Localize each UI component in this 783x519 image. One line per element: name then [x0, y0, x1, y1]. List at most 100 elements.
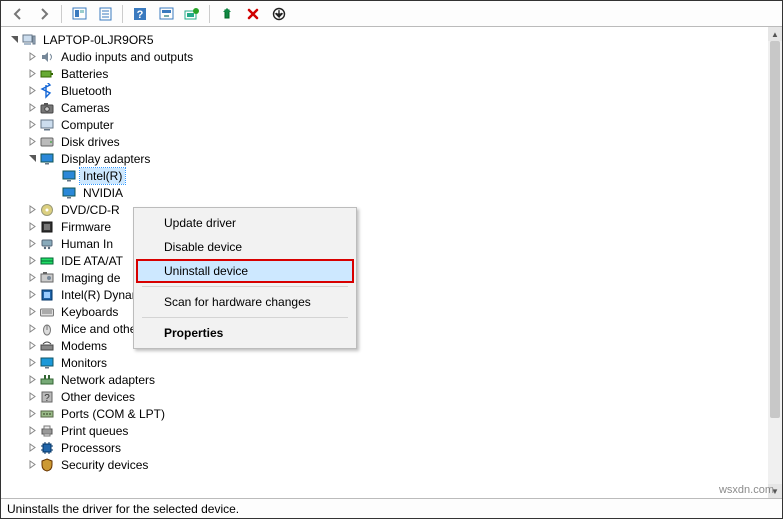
- context-menu-separator: [142, 317, 348, 318]
- expand-icon[interactable]: [25, 118, 39, 132]
- disable-button[interactable]: [267, 3, 291, 25]
- properties-button[interactable]: [93, 3, 117, 25]
- device-tree[interactable]: LAPTOP-0LJR9OR5Audio inputs and outputsB…: [1, 27, 768, 498]
- monitor-icon: [39, 355, 55, 371]
- ide-icon: [39, 253, 55, 269]
- expand-icon[interactable]: [25, 441, 39, 455]
- help-button[interactable]: ?: [128, 3, 152, 25]
- expand-icon[interactable]: [25, 84, 39, 98]
- tree-category[interactable]: Monitors: [7, 354, 768, 371]
- tree-item-label: Audio inputs and outputs: [58, 49, 196, 65]
- expand-icon[interactable]: [25, 237, 39, 251]
- tree-category[interactable]: Bluetooth: [7, 82, 768, 99]
- tree-category[interactable]: Print queues: [7, 422, 768, 439]
- tree-item-label: Monitors: [58, 355, 110, 371]
- tree-area: LAPTOP-0LJR9OR5Audio inputs and outputsB…: [1, 27, 782, 498]
- expand-icon[interactable]: [25, 254, 39, 268]
- tree-category[interactable]: Batteries: [7, 65, 768, 82]
- expand-icon[interactable]: [25, 322, 39, 336]
- expand-icon[interactable]: [25, 220, 39, 234]
- tree-category[interactable]: Computer: [7, 116, 768, 133]
- tree-category[interactable]: Processors: [7, 439, 768, 456]
- vertical-scrollbar[interactable]: ▲ ▼: [768, 27, 782, 498]
- tree-item-label: Other devices: [58, 389, 138, 405]
- uninstall-button[interactable]: [241, 3, 265, 25]
- collapse-icon[interactable]: [7, 33, 21, 47]
- tree-device[interactable]: Intel(R): [7, 167, 768, 184]
- expand-icon[interactable]: [25, 271, 39, 285]
- expand-icon[interactable]: [25, 203, 39, 217]
- context-menu-item[interactable]: Properties: [136, 321, 354, 345]
- expand-icon[interactable]: [25, 373, 39, 387]
- status-text: Uninstalls the driver for the selected d…: [7, 502, 239, 516]
- expand-icon[interactable]: [25, 305, 39, 319]
- show-hidden-button[interactable]: [67, 3, 91, 25]
- other-icon: ?: [39, 389, 55, 405]
- device-manager-window: ? LAPTOP-0LJR9OR5Audio inputs and output…: [0, 0, 783, 519]
- tree-item-label: Imaging de: [58, 270, 123, 286]
- display-icon: [61, 185, 77, 201]
- tree-category[interactable]: Display adapters: [7, 150, 768, 167]
- scroll-track[interactable]: [768, 41, 782, 484]
- tree-category[interactable]: Security devices: [7, 456, 768, 473]
- tree-category[interactable]: Modems: [7, 337, 768, 354]
- back-button[interactable]: [6, 3, 30, 25]
- tree-item-label: Computer: [58, 117, 117, 133]
- collapse-icon[interactable]: [25, 152, 39, 166]
- tree-root[interactable]: LAPTOP-0LJR9OR5: [7, 31, 768, 48]
- scroll-thumb[interactable]: [770, 41, 780, 418]
- tree-category[interactable]: Imaging de: [7, 269, 768, 286]
- tree-category[interactable]: Cameras: [7, 99, 768, 116]
- context-menu-item[interactable]: Disable device: [136, 235, 354, 259]
- tree-item-label: Human In: [58, 236, 116, 252]
- tree-category[interactable]: Ports (COM & LPT): [7, 405, 768, 422]
- scroll-down-button[interactable]: ▼: [768, 484, 782, 498]
- tree-device[interactable]: NVIDIA: [7, 184, 768, 201]
- tree-category[interactable]: Human In: [7, 235, 768, 252]
- tree-category[interactable]: Firmware: [7, 218, 768, 235]
- computer-icon: [39, 117, 55, 133]
- expand-icon[interactable]: [25, 458, 39, 472]
- enable-button[interactable]: [215, 3, 239, 25]
- scroll-up-button[interactable]: ▲: [768, 27, 782, 41]
- scan-button[interactable]: [154, 3, 178, 25]
- expand-icon[interactable]: [25, 67, 39, 81]
- tree-item-label: LAPTOP-0LJR9OR5: [40, 32, 157, 48]
- display-icon: [61, 168, 77, 184]
- tree-category[interactable]: Mice and other pointing devices: [7, 320, 768, 337]
- expand-icon[interactable]: [25, 390, 39, 404]
- tree-item-label: Network adapters: [58, 372, 158, 388]
- tree-item-label: Disk drives: [58, 134, 123, 150]
- context-menu-item[interactable]: Scan for hardware changes: [136, 290, 354, 314]
- tree-category[interactable]: Disk drives: [7, 133, 768, 150]
- toolbar: ?: [1, 1, 782, 27]
- expand-icon[interactable]: [25, 339, 39, 353]
- status-bar: Uninstalls the driver for the selected d…: [1, 498, 782, 518]
- tree-item-label: Batteries: [58, 66, 111, 82]
- tree-item-label: Intel(R): [80, 168, 125, 184]
- tree-category[interactable]: IDE ATA/AT: [7, 252, 768, 269]
- context-menu-item[interactable]: Uninstall device: [136, 259, 354, 283]
- tree-category[interactable]: ?Other devices: [7, 388, 768, 405]
- tree-category[interactable]: Network adapters: [7, 371, 768, 388]
- expand-icon[interactable]: [25, 50, 39, 64]
- tree-category[interactable]: Intel(R) Dynamic Platform and Thermal Fr…: [7, 286, 768, 303]
- tree-item-label: Display adapters: [58, 151, 153, 167]
- expand-icon[interactable]: [25, 407, 39, 421]
- tree-item-label: Firmware: [58, 219, 114, 235]
- display-icon: [39, 151, 55, 167]
- update-driver-button[interactable]: [180, 3, 204, 25]
- tree-item-label: Security devices: [58, 457, 151, 473]
- forward-button[interactable]: [32, 3, 56, 25]
- expand-icon[interactable]: [25, 101, 39, 115]
- context-menu-item[interactable]: Update driver: [136, 211, 354, 235]
- expand-icon[interactable]: [25, 424, 39, 438]
- tree-category[interactable]: Audio inputs and outputs: [7, 48, 768, 65]
- tree-category[interactable]: DVD/CD-R: [7, 201, 768, 218]
- firmware-icon: [39, 219, 55, 235]
- tree-category[interactable]: Keyboards: [7, 303, 768, 320]
- bluetooth-icon: [39, 83, 55, 99]
- expand-icon[interactable]: [25, 356, 39, 370]
- expand-icon[interactable]: [25, 135, 39, 149]
- expand-icon[interactable]: [25, 288, 39, 302]
